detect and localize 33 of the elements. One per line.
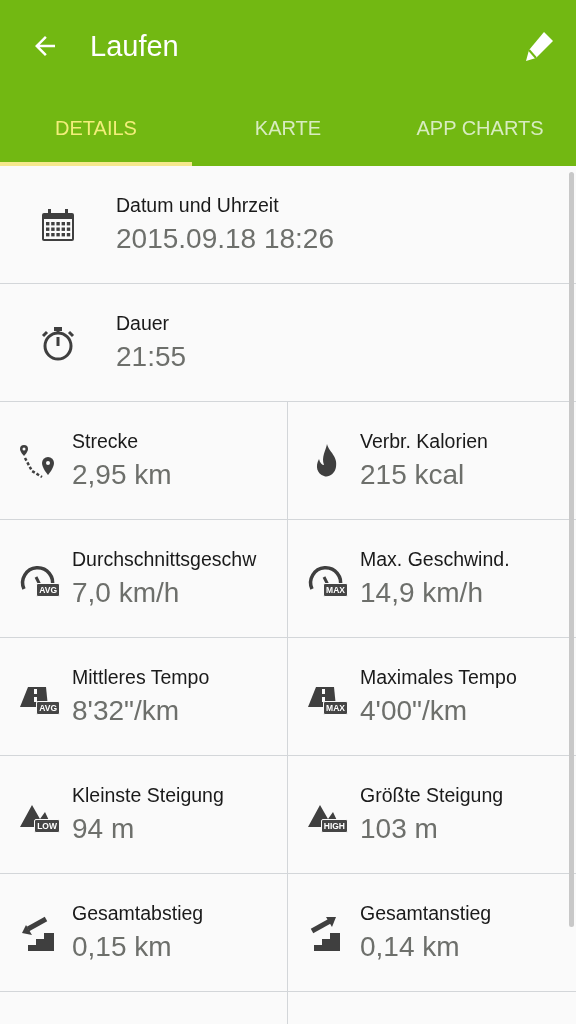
icon-badge: AVG [36, 700, 60, 715]
stat-value: 215 kcal [360, 459, 466, 491]
stat-value: 103 m [360, 813, 439, 845]
field-label: Datum und Uhrzeit [116, 194, 280, 217]
stat-label: Kleinste Steigung [72, 784, 224, 807]
screen-title: Laufen [90, 29, 180, 63]
stat-label: Durchschnittsgeschw [72, 548, 257, 571]
stat-value: 2,95 km [72, 459, 172, 491]
field-value: 21:55 [116, 341, 187, 373]
stat-value: 7,0 km/h [72, 577, 181, 609]
stat-label: Max. Geschwind. [360, 548, 510, 571]
stat-value: 8'32"/km [72, 695, 181, 727]
icon-badge: MAX [323, 700, 348, 715]
stat-label: Größte Steigung [360, 784, 504, 807]
stat-value: 0,15 km [72, 931, 173, 963]
icon-badge: LOW [34, 818, 60, 833]
tab[interactable]: APP CHARTS [384, 92, 576, 166]
stat-value: 0,14 km [360, 931, 461, 963]
stat-label: Strecke [72, 430, 140, 453]
tab[interactable]: DETAILS [0, 92, 192, 166]
icon-badge: AVG [36, 582, 60, 597]
stat-label: Maximales Tempo [360, 666, 517, 689]
stat-value: 4'00"/km [360, 695, 469, 727]
stat-label: Verbr. Kalorien [360, 430, 488, 453]
stat-label: Gesamtanstieg [360, 902, 492, 925]
stat-label: Mittleres Tempo [72, 666, 210, 689]
stat-value: 94 m [72, 813, 136, 845]
stat-value: 14,9 km/h [360, 577, 484, 609]
field-label: Dauer [116, 312, 171, 335]
field-value: 2015.09.18 18:26 [116, 223, 334, 255]
icon-badge: MAX [323, 582, 348, 597]
stat-label: Gesamtabstieg [72, 902, 204, 925]
tab[interactable]: KARTE [192, 92, 384, 166]
